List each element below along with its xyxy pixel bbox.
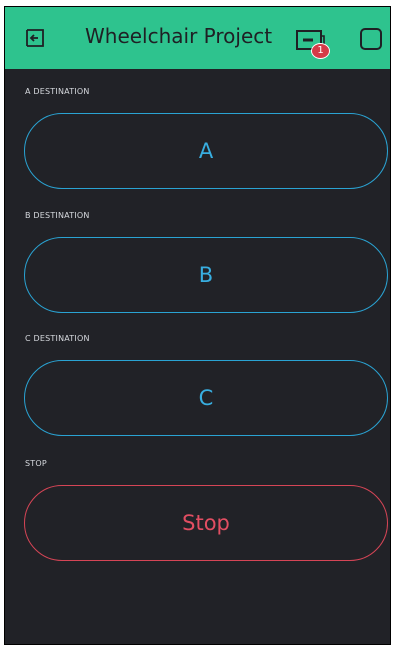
exit-arrow-icon[interactable]	[23, 26, 47, 50]
app-screen: Wheelchair Project 1 A DESTINATION A B D…	[4, 6, 391, 645]
destination-c-button[interactable]: C	[24, 360, 388, 436]
destination-b-button[interactable]: B	[24, 237, 388, 313]
widget-label-stop: STOP	[25, 459, 47, 468]
widget-label-b: B DESTINATION	[25, 211, 90, 220]
device-icon[interactable]: 1	[295, 27, 331, 61]
app-bar: Wheelchair Project 1	[5, 7, 390, 69]
page-title: Wheelchair Project	[85, 24, 273, 48]
widget-label-a: A DESTINATION	[25, 87, 90, 96]
square-icon[interactable]	[360, 28, 382, 50]
exit-arrow-svg	[26, 29, 44, 47]
notification-badge: 1	[311, 43, 330, 59]
stop-button[interactable]: Stop	[24, 485, 388, 561]
widget-label-c: C DESTINATION	[25, 334, 90, 343]
destination-a-button[interactable]: A	[24, 113, 388, 189]
